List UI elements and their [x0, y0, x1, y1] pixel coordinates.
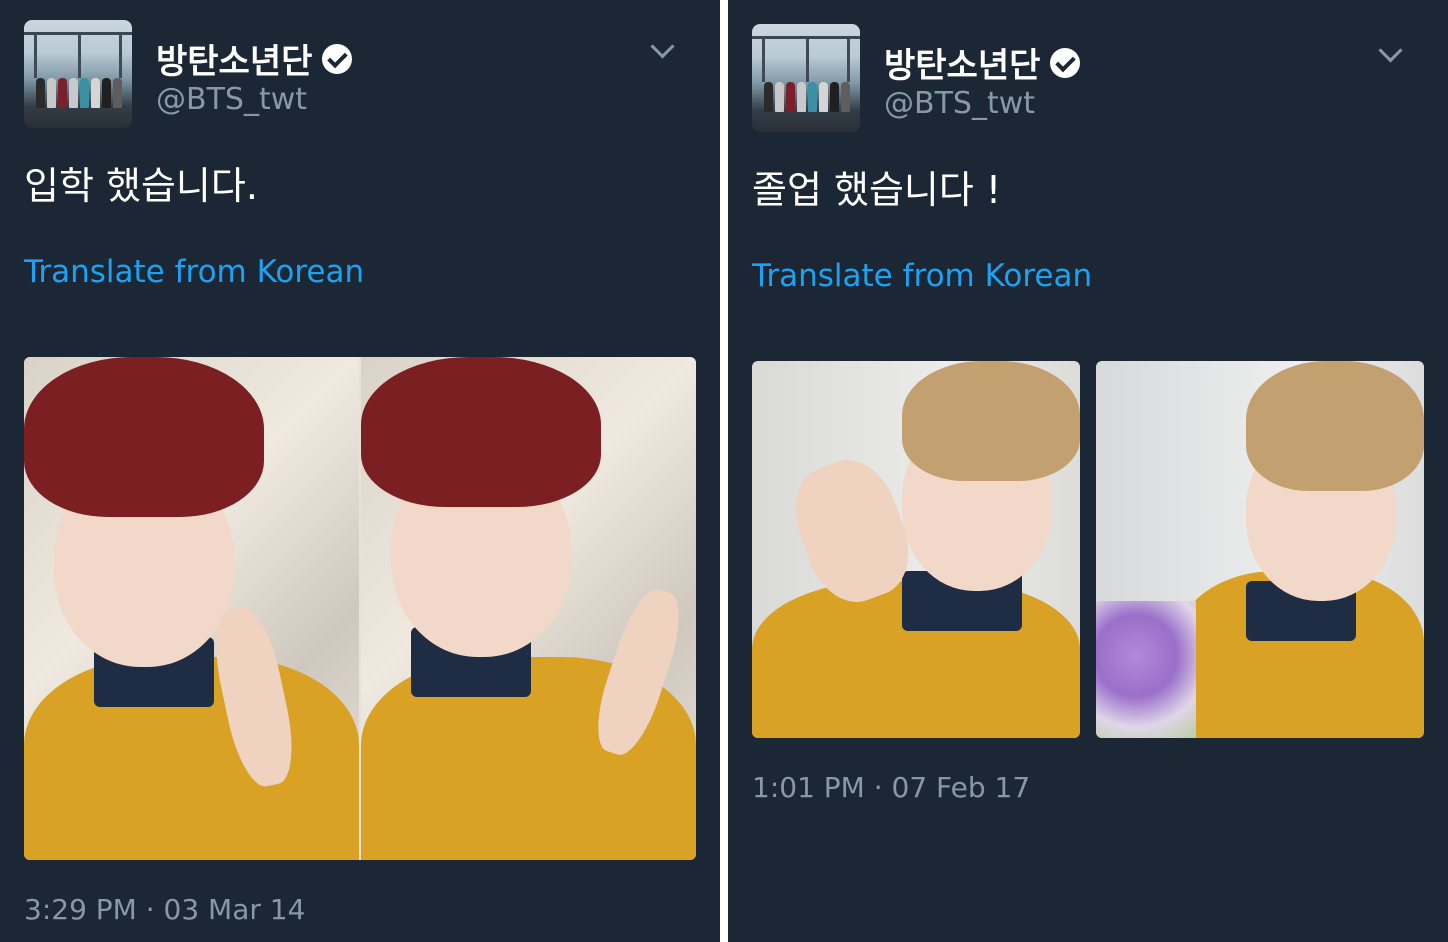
chevron-down-icon[interactable]: [1378, 38, 1403, 63]
user-handle[interactable]: @BTS_twt: [884, 86, 1035, 121]
profile-avatar[interactable]: [752, 24, 860, 132]
media-photo[interactable]: [361, 357, 696, 860]
tweet-text: 졸업 했습니다 !: [752, 168, 1002, 212]
flower-bouquet: [1096, 601, 1196, 738]
verified-badge-icon: [1050, 47, 1081, 78]
tweet-card-left: 방탄소년단 @BTS_twt 입학 했습니다. Translate from K…: [0, 0, 720, 942]
chevron-down-icon[interactable]: [650, 34, 675, 59]
user-handle[interactable]: @BTS_twt: [156, 82, 307, 117]
profile-avatar[interactable]: [24, 20, 132, 128]
name-row[interactable]: 방탄소년단: [884, 38, 1081, 87]
verified-badge-icon: [322, 43, 353, 74]
media-photo[interactable]: [752, 361, 1080, 738]
tweet-media[interactable]: [24, 357, 696, 860]
tweet-timestamp[interactable]: 1:01 PM · 07 Feb 17: [752, 771, 1030, 804]
display-name[interactable]: 방탄소년단: [884, 38, 1040, 87]
tweet-timestamp[interactable]: 3:29 PM · 03 Mar 14: [24, 893, 305, 926]
translate-link[interactable]: Translate from Korean: [752, 258, 1092, 294]
name-row[interactable]: 방탄소년단: [156, 34, 353, 83]
tweet-card-right: 방탄소년단 @BTS_twt 졸업 했습니다 ! Translate from …: [728, 0, 1448, 942]
media-photo[interactable]: [24, 357, 359, 860]
tweet-text: 입학 했습니다.: [24, 164, 258, 208]
media-photo[interactable]: [1096, 361, 1424, 738]
display-name[interactable]: 방탄소년단: [156, 34, 312, 83]
translate-link[interactable]: Translate from Korean: [24, 254, 364, 290]
